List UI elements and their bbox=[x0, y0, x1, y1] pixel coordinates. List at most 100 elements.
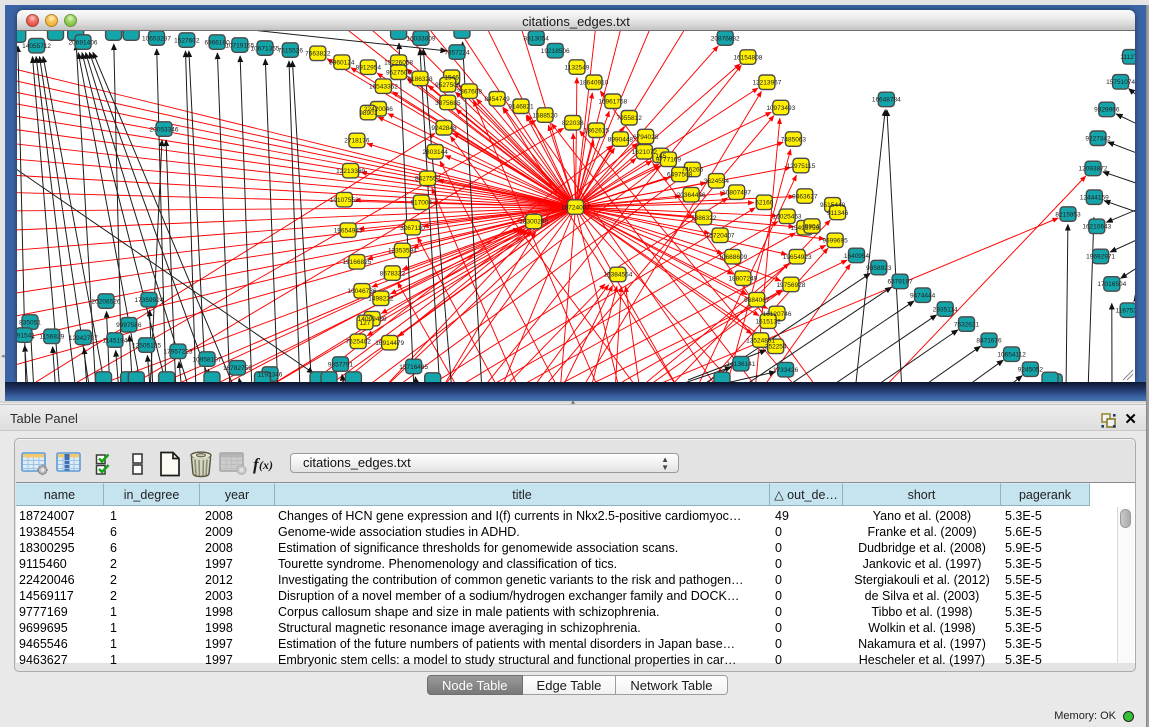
svg-text:9777169: 9777169 bbox=[656, 157, 682, 164]
svg-text:20876882: 20876882 bbox=[711, 35, 740, 42]
svg-text:7386322: 7386322 bbox=[691, 215, 717, 222]
svg-text:19654943: 19654943 bbox=[334, 228, 363, 235]
svg-text:7357224: 7357224 bbox=[444, 49, 470, 56]
svg-text:835051: 835051 bbox=[19, 319, 41, 326]
svg-text:1527602: 1527602 bbox=[174, 37, 200, 44]
svg-text:1498222: 1498222 bbox=[368, 296, 394, 303]
svg-text:1145194: 1145194 bbox=[102, 337, 127, 344]
svg-text:12942737: 12942737 bbox=[69, 335, 98, 342]
svg-text:6794028: 6794028 bbox=[633, 134, 659, 141]
svg-text:9146821: 9146821 bbox=[508, 104, 534, 111]
svg-text:7955812: 7955812 bbox=[617, 115, 643, 122]
svg-text:16154808: 16154808 bbox=[733, 54, 762, 61]
svg-text:10046736: 10046736 bbox=[348, 288, 377, 295]
svg-text:15226058: 15226058 bbox=[384, 59, 413, 66]
svg-text:6379197: 6379197 bbox=[887, 279, 913, 286]
svg-text:2803144: 2803144 bbox=[423, 149, 449, 156]
svg-text:8186328: 8186328 bbox=[407, 76, 433, 83]
svg-text:9329966: 9329966 bbox=[1094, 107, 1120, 114]
svg-text:10671355: 10671355 bbox=[251, 45, 280, 52]
svg-text:17957223: 17957223 bbox=[164, 349, 193, 356]
svg-text:10807487: 10807487 bbox=[722, 190, 751, 197]
svg-text:15751074: 15751074 bbox=[1106, 79, 1135, 86]
svg-text:12213369: 12213369 bbox=[336, 168, 365, 175]
svg-text:9245052: 9245052 bbox=[1018, 367, 1044, 374]
svg-text:3624554: 3624554 bbox=[704, 178, 730, 185]
svg-text:14136141: 14136141 bbox=[727, 361, 756, 368]
svg-text:10107552: 10107552 bbox=[330, 197, 359, 204]
svg-text:9515440: 9515440 bbox=[820, 202, 846, 209]
svg-text:14055712: 14055712 bbox=[22, 43, 51, 50]
svg-text:12093872: 12093872 bbox=[1079, 166, 1108, 173]
svg-text:2935114: 2935114 bbox=[933, 306, 958, 313]
svg-text:917004: 917004 bbox=[410, 200, 432, 207]
svg-text:20053346: 20053346 bbox=[150, 126, 179, 133]
svg-text:20691406: 20691406 bbox=[69, 39, 98, 46]
svg-text:1167533: 1167533 bbox=[1116, 308, 1135, 315]
svg-text:18300295: 18300295 bbox=[519, 219, 548, 226]
svg-text:7625402: 7625402 bbox=[346, 339, 372, 346]
svg-text:9699695: 9699695 bbox=[822, 238, 848, 245]
svg-text:16961758: 16961758 bbox=[598, 99, 627, 106]
svg-text:19654923: 19654923 bbox=[783, 254, 812, 261]
svg-text:19218506: 19218506 bbox=[541, 48, 570, 55]
svg-text:1733426: 1733426 bbox=[773, 367, 799, 374]
svg-text:18724007: 18724007 bbox=[561, 204, 590, 211]
svg-text:15720407: 15720407 bbox=[706, 233, 735, 240]
svg-text:10654112: 10654112 bbox=[997, 351, 1026, 358]
svg-text:1132549: 1132549 bbox=[565, 64, 590, 71]
svg-text:17359924: 17359924 bbox=[135, 297, 164, 304]
svg-text:19384554: 19384554 bbox=[603, 272, 632, 279]
svg-text:10025453: 10025453 bbox=[773, 214, 802, 221]
svg-text:1621072: 1621072 bbox=[632, 149, 658, 156]
svg-text:12353594: 12353594 bbox=[388, 248, 417, 255]
svg-text:1588520: 1588520 bbox=[532, 112, 558, 119]
svg-text:1546: 1546 bbox=[444, 75, 459, 82]
svg-text:18640910: 18640910 bbox=[579, 80, 608, 87]
svg-text:20206526: 20206526 bbox=[92, 298, 121, 305]
svg-text:12505135: 12505135 bbox=[132, 342, 161, 349]
svg-text:19166825: 19166825 bbox=[342, 259, 371, 266]
svg-text:9242848: 9242848 bbox=[431, 125, 457, 132]
svg-text:391541: 391541 bbox=[17, 332, 35, 339]
svg-text:3875685: 3875685 bbox=[435, 100, 461, 107]
svg-text:8454749: 8454749 bbox=[484, 96, 510, 103]
svg-text:8215953: 8215953 bbox=[1055, 211, 1081, 218]
svg-text:9463627: 9463627 bbox=[792, 193, 818, 200]
svg-text:8960124: 8960124 bbox=[329, 59, 355, 66]
svg-text:8912954: 8912954 bbox=[356, 64, 382, 71]
svg-text:10688609: 10688609 bbox=[718, 254, 747, 261]
svg-text:10973493: 10973493 bbox=[766, 105, 795, 112]
svg-text:111274: 111274 bbox=[1120, 54, 1135, 61]
svg-text:8678332: 8678332 bbox=[380, 270, 406, 277]
svg-text:12975115: 12975115 bbox=[787, 163, 816, 170]
svg-text:16782759: 16782759 bbox=[223, 365, 252, 372]
svg-text:822038: 822038 bbox=[562, 120, 584, 127]
svg-text:17016504: 17016504 bbox=[1097, 281, 1126, 288]
svg-text:19756928: 19756928 bbox=[776, 282, 805, 289]
svg-text:16033809: 16033809 bbox=[407, 35, 436, 42]
svg-text:15716485: 15716485 bbox=[399, 364, 428, 371]
svg-text:9997586: 9997586 bbox=[116, 322, 142, 329]
svg-text:18807249: 18807249 bbox=[728, 276, 757, 283]
svg-text:8813054: 8813054 bbox=[524, 35, 550, 42]
svg-text:9684067: 9684067 bbox=[744, 297, 770, 304]
svg-text:8427552: 8427552 bbox=[415, 176, 441, 183]
svg-text:10653287: 10653287 bbox=[142, 35, 171, 42]
svg-text:1640954: 1640954 bbox=[844, 253, 870, 260]
svg-text:1362615: 1362615 bbox=[584, 128, 610, 135]
svg-text:9804: 9804 bbox=[805, 223, 820, 230]
svg-text:16648784: 16648784 bbox=[872, 97, 901, 104]
svg-text:1615132: 1615132 bbox=[755, 318, 781, 325]
svg-text:8990448: 8990448 bbox=[608, 136, 634, 143]
svg-text:19692971: 19692971 bbox=[1086, 254, 1115, 261]
svg-text:7632621: 7632621 bbox=[954, 321, 980, 328]
svg-text:9227342: 9227342 bbox=[1085, 136, 1111, 143]
svg-text:127: 127 bbox=[360, 320, 371, 327]
svg-text:6497568: 6497568 bbox=[667, 172, 693, 179]
svg-text:(x): (x) bbox=[259, 458, 273, 472]
svg-text:98901: 98901 bbox=[359, 110, 377, 117]
svg-text:7515526: 7515526 bbox=[278, 47, 304, 54]
svg-text:3267110: 3267110 bbox=[400, 225, 425, 232]
svg-text:9474444: 9474444 bbox=[910, 293, 936, 300]
